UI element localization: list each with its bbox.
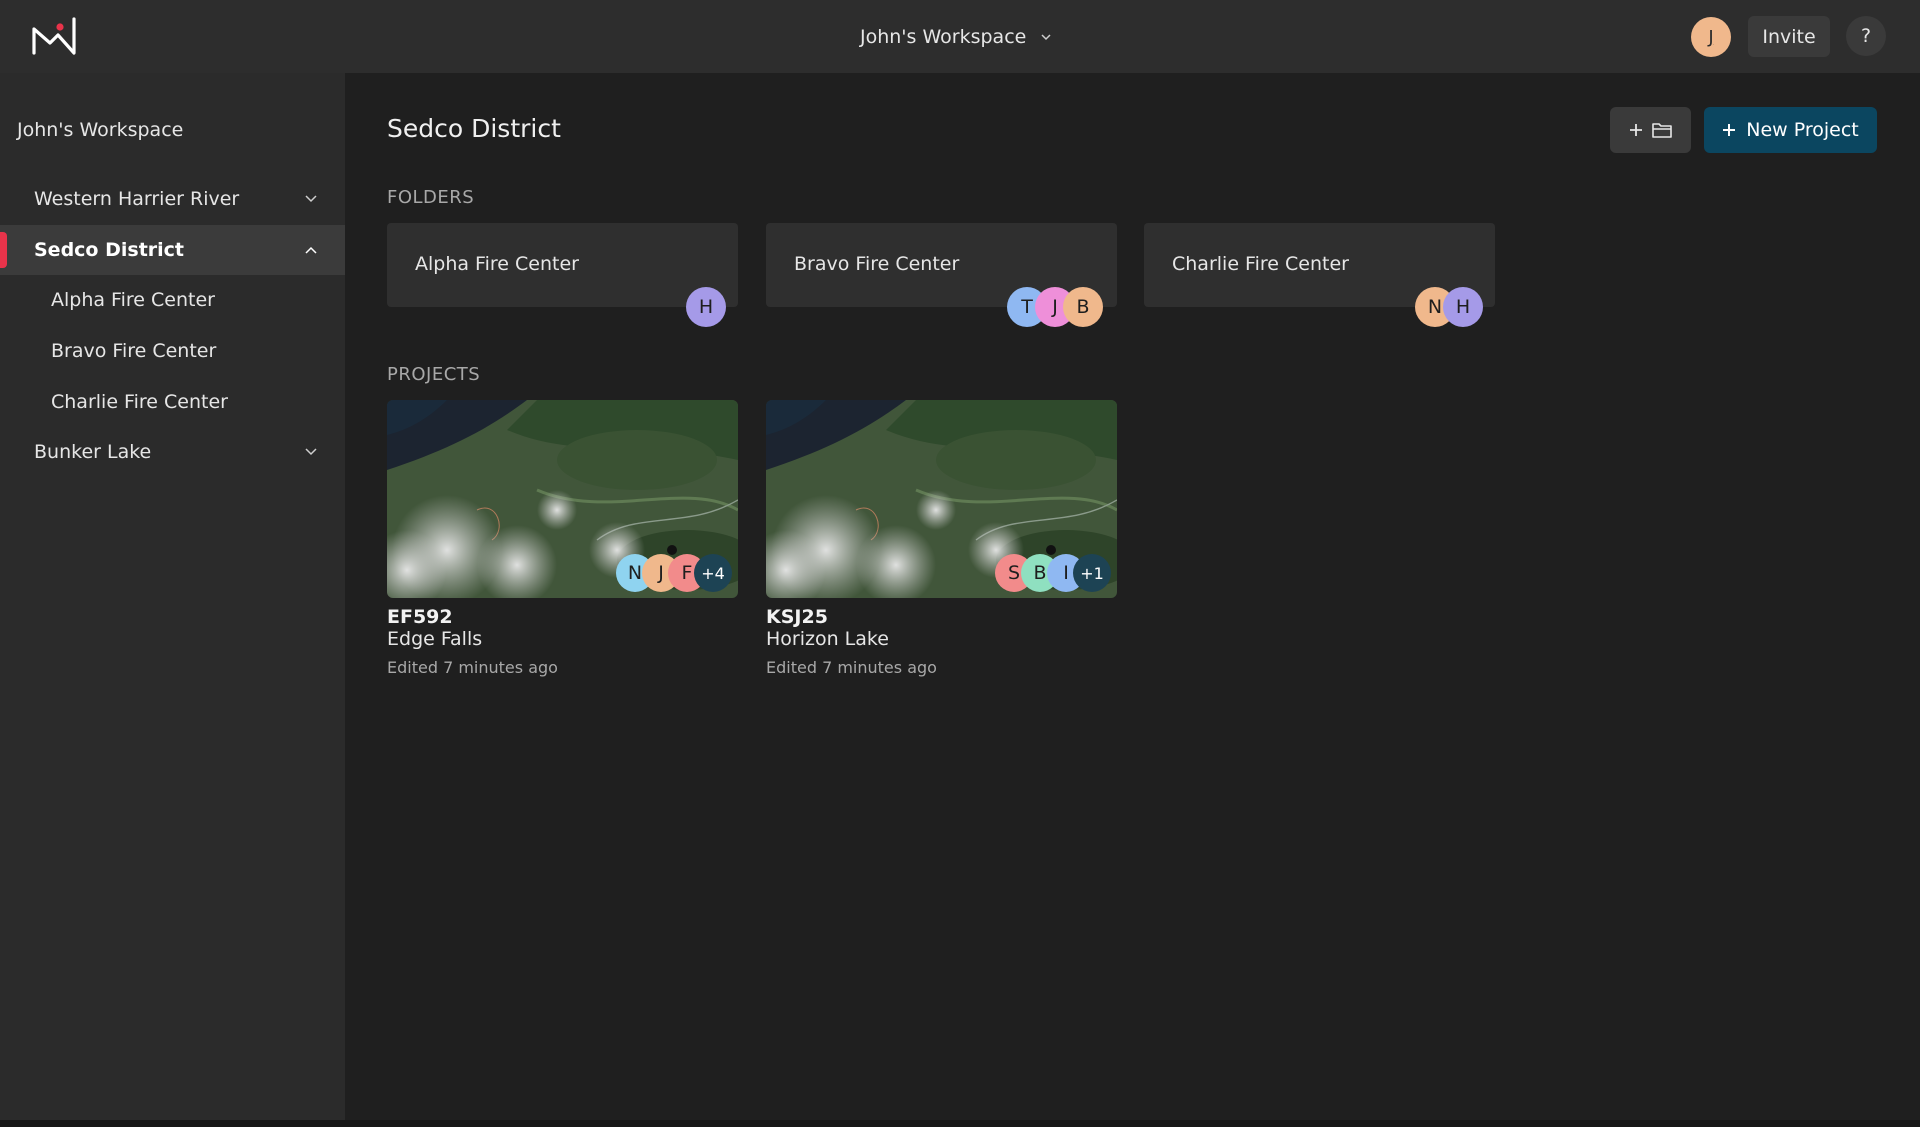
user-avatar[interactable]: J (1691, 17, 1731, 57)
sidebar-item-label: Alpha Fire Center (51, 289, 215, 311)
project-code: KSJ25 (766, 606, 828, 628)
project-thumbnail: S B I +1 (766, 400, 1117, 598)
new-project-label: New Project (1746, 119, 1859, 141)
new-folder-button[interactable] (1610, 107, 1691, 153)
plus-icon (1629, 124, 1642, 136)
sidebar-item-label: Bunker Lake (34, 441, 152, 463)
bottom-strip (0, 1120, 1920, 1127)
member-avatar: B (1063, 287, 1103, 327)
active-indicator (0, 232, 7, 268)
sidebar-item-label: Sedco District (34, 239, 185, 261)
chevron-down-icon (305, 448, 317, 456)
sidebar-item-alpha-fire-center[interactable]: Alpha Fire Center (0, 275, 345, 325)
sidebar-item-western-harrier-river[interactable]: Western Harrier River (0, 174, 345, 224)
chevron-down-icon (305, 195, 317, 203)
chevron-up-icon (305, 246, 317, 254)
folder-name: Charlie Fire Center (1172, 253, 1349, 275)
signal-logo-icon[interactable] (30, 15, 78, 57)
sidebar-item-label: Charlie Fire Center (51, 391, 228, 413)
project-members: S B I +1 (995, 554, 1111, 592)
member-avatar: H (686, 287, 726, 327)
sidebar-item-charlie-fire-center[interactable]: Charlie Fire Center (0, 377, 345, 427)
plus-icon (1723, 124, 1736, 136)
project-members: N J F +4 (616, 554, 732, 592)
project-name: Horizon Lake (766, 628, 889, 650)
folder-card[interactable]: Alpha Fire Center H (387, 223, 738, 327)
sidebar-item-label: Western Harrier River (34, 188, 240, 210)
project-card[interactable]: S B I +1 KSJ25 Horizon Lake Edited 7 min… (766, 400, 1117, 677)
folder-card[interactable]: Bravo Fire Center B J T (766, 223, 1117, 327)
member-avatar: H (1443, 287, 1483, 327)
top-bar: John's Workspace J Invite ? (0, 0, 1920, 73)
help-button[interactable]: ? (1846, 16, 1886, 56)
more-members-badge: +4 (694, 554, 732, 592)
folder-members: H N (1415, 287, 1483, 327)
project-edited-time: Edited 7 minutes ago (766, 658, 937, 677)
new-project-button[interactable]: New Project (1704, 107, 1877, 153)
folder-members: B J T (1007, 287, 1103, 327)
chevron-down-icon (1041, 33, 1051, 40)
folder-name: Bravo Fire Center (794, 253, 960, 275)
more-members-badge: +1 (1073, 554, 1111, 592)
projects-section-label: PROJECTS (387, 364, 481, 385)
workspace-switcher[interactable]: John's Workspace (860, 0, 1052, 73)
sidebar-item-bravo-fire-center[interactable]: Bravo Fire Center (0, 326, 345, 376)
project-name: Edge Falls (387, 628, 483, 650)
workspace-switcher-label: John's Workspace (860, 25, 1027, 48)
project-card[interactable]: N J F +4 EF592 Edge Falls Edited 7 minut… (387, 400, 738, 677)
folder-icon (1651, 123, 1672, 138)
project-code: EF592 (387, 606, 453, 628)
sidebar: John's Workspace Western Harrier River S… (0, 73, 345, 1120)
page-title: Sedco District (387, 114, 561, 143)
folder-members: H (686, 287, 726, 327)
folder-name: Alpha Fire Center (415, 253, 579, 275)
folders-section-label: FOLDERS (387, 187, 475, 208)
sidebar-workspace-title: John's Workspace (17, 119, 184, 141)
project-edited-time: Edited 7 minutes ago (387, 658, 558, 677)
folder-card[interactable]: Charlie Fire Center H N (1144, 223, 1495, 327)
invite-button[interactable]: Invite (1748, 16, 1830, 57)
project-thumbnail: N J F +4 (387, 400, 738, 598)
sidebar-item-bunker-lake[interactable]: Bunker Lake (0, 427, 345, 477)
sidebar-item-sedco-district[interactable]: Sedco District (0, 225, 345, 275)
sidebar-item-label: Bravo Fire Center (51, 340, 217, 362)
